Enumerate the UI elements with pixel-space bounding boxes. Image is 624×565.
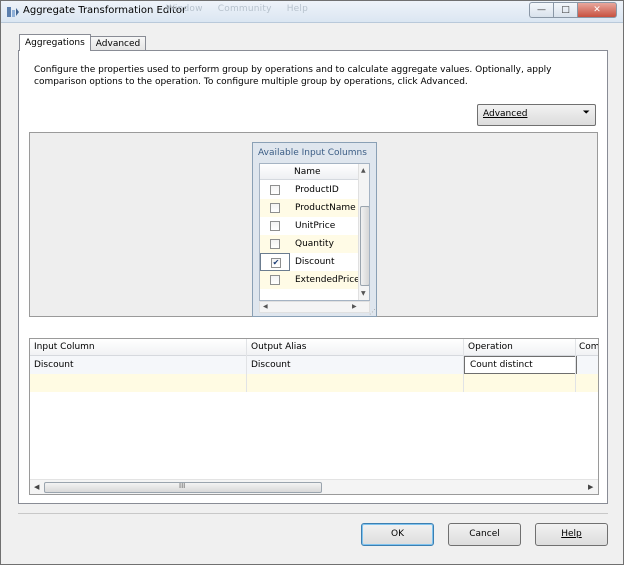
checkbox-quantity[interactable] xyxy=(270,239,280,249)
column-name: ProductID xyxy=(295,185,339,195)
ghost-menu-window: Window xyxy=(166,4,203,14)
maximize-button[interactable]: □ xyxy=(553,2,577,18)
list-vertical-scrollbar[interactable]: ▲ ▼ xyxy=(358,164,369,300)
scroll-grip-icon: III xyxy=(179,482,186,490)
window-title: Aggregate Transformation Editor xyxy=(23,5,187,16)
title-bar: Aggregate Transformation Editor Window C… xyxy=(1,1,623,23)
column-name: ProductName xyxy=(295,203,356,213)
list-item[interactable]: ProductName xyxy=(260,199,358,217)
checkbox-productid[interactable] xyxy=(270,185,280,195)
list-item[interactable]: Quantity xyxy=(260,235,358,253)
horizontal-scroll-thumb[interactable]: III xyxy=(44,482,322,493)
advanced-toggle-label: Advanced xyxy=(483,109,528,119)
header-operation[interactable]: Operation xyxy=(468,342,513,352)
help-button-label: Help xyxy=(561,529,582,539)
help-button[interactable]: Help xyxy=(535,523,608,546)
ok-button[interactable]: OK xyxy=(361,523,434,546)
checkbox-discount[interactable]: ✔ xyxy=(271,258,281,268)
scroll-right-icon[interactable]: ▶ xyxy=(352,303,357,310)
list-item[interactable]: ExtendedPrice xyxy=(260,271,360,289)
scroll-right-icon[interactable]: ▶ xyxy=(588,483,593,491)
list-item[interactable]: ProductID xyxy=(260,181,358,199)
ghost-menu-community: Community xyxy=(217,4,272,14)
column-divider xyxy=(575,339,576,392)
footer-separator xyxy=(18,513,608,514)
minimize-button[interactable]: — xyxy=(529,2,553,18)
ghost-menu-help: Help xyxy=(286,4,309,14)
cell-operation-select[interactable]: Count distinct xyxy=(464,356,577,374)
column-name: ExtendedPrice xyxy=(295,275,360,285)
header-input-column[interactable]: Input Column xyxy=(34,342,95,352)
checkbox-extendedprice[interactable] xyxy=(270,275,280,285)
close-button[interactable]: ✕ xyxy=(577,2,617,18)
cancel-button[interactable]: Cancel xyxy=(448,523,521,546)
tab-aggregations[interactable]: Aggregations xyxy=(19,34,91,51)
available-input-columns-title: Available Input Columns xyxy=(258,148,367,158)
name-header: Name xyxy=(294,167,321,177)
background-menu: Window Community Help xyxy=(166,4,320,14)
header-comparison-flags[interactable]: Com xyxy=(579,342,598,352)
column-name: Discount xyxy=(295,257,335,267)
checkbox-unitprice[interactable] xyxy=(270,221,280,231)
grid-header-row: Input Column Output Alias Operation Com xyxy=(30,339,598,356)
aggregate-editor-window: Aggregate Transformation Editor Window C… xyxy=(0,0,624,565)
advanced-toggle-button[interactable]: Advanced ⏷ xyxy=(477,104,596,126)
input-columns-list: Name ProductID ProductName UnitPrice Qua… xyxy=(259,163,370,301)
window-controls: — □ ✕ xyxy=(529,2,617,18)
tab-strip: Aggregations Advanced xyxy=(19,34,147,51)
header-output-alias[interactable]: Output Alias xyxy=(251,342,307,352)
scroll-up-icon[interactable]: ▲ xyxy=(361,167,366,174)
column-list-header: Name xyxy=(260,164,358,180)
vertical-scroll-thumb[interactable] xyxy=(360,206,369,286)
aggregate-transform-icon xyxy=(7,7,19,17)
column-name: UnitPrice xyxy=(295,221,336,231)
aggregations-panel: Configure the properties used to perform… xyxy=(18,50,608,504)
checkbox-productname[interactable] xyxy=(270,203,280,213)
list-item[interactable]: ✔ Discount xyxy=(260,253,358,271)
aggregation-grid: Input Column Output Alias Operation Com … xyxy=(29,338,599,495)
operation-value: Count distinct xyxy=(470,360,533,370)
table-row[interactable]: Discount Discount Count distinct xyxy=(30,356,598,374)
available-input-columns-box: Available Input Columns Name ProductID P… xyxy=(252,142,377,317)
column-divider xyxy=(246,339,247,392)
resize-grip-icon[interactable]: ⋰ xyxy=(369,308,376,316)
scroll-down-icon[interactable]: ▼ xyxy=(361,290,366,297)
list-item[interactable]: UnitPrice xyxy=(260,217,358,235)
scroll-left-icon[interactable]: ◀ xyxy=(263,303,268,310)
cell-output-alias[interactable]: Discount xyxy=(251,360,291,370)
table-row-new[interactable] xyxy=(30,374,598,392)
list-horizontal-scrollbar[interactable]: ◀ ▶ xyxy=(259,301,370,313)
column-designer-area: Available Input Columns Name ProductID P… xyxy=(29,132,598,317)
column-name: Quantity xyxy=(295,239,334,249)
grid-horizontal-scrollbar[interactable]: ◀ III ▶ xyxy=(30,479,598,494)
description-text: Configure the properties used to perform… xyxy=(34,65,552,87)
double-chevron-down-icon: ⏷ xyxy=(582,108,590,118)
column-divider xyxy=(463,339,464,392)
cell-input-column[interactable]: Discount xyxy=(34,360,74,370)
tab-advanced[interactable]: Advanced xyxy=(89,36,147,51)
scroll-left-icon[interactable]: ◀ xyxy=(34,483,39,491)
